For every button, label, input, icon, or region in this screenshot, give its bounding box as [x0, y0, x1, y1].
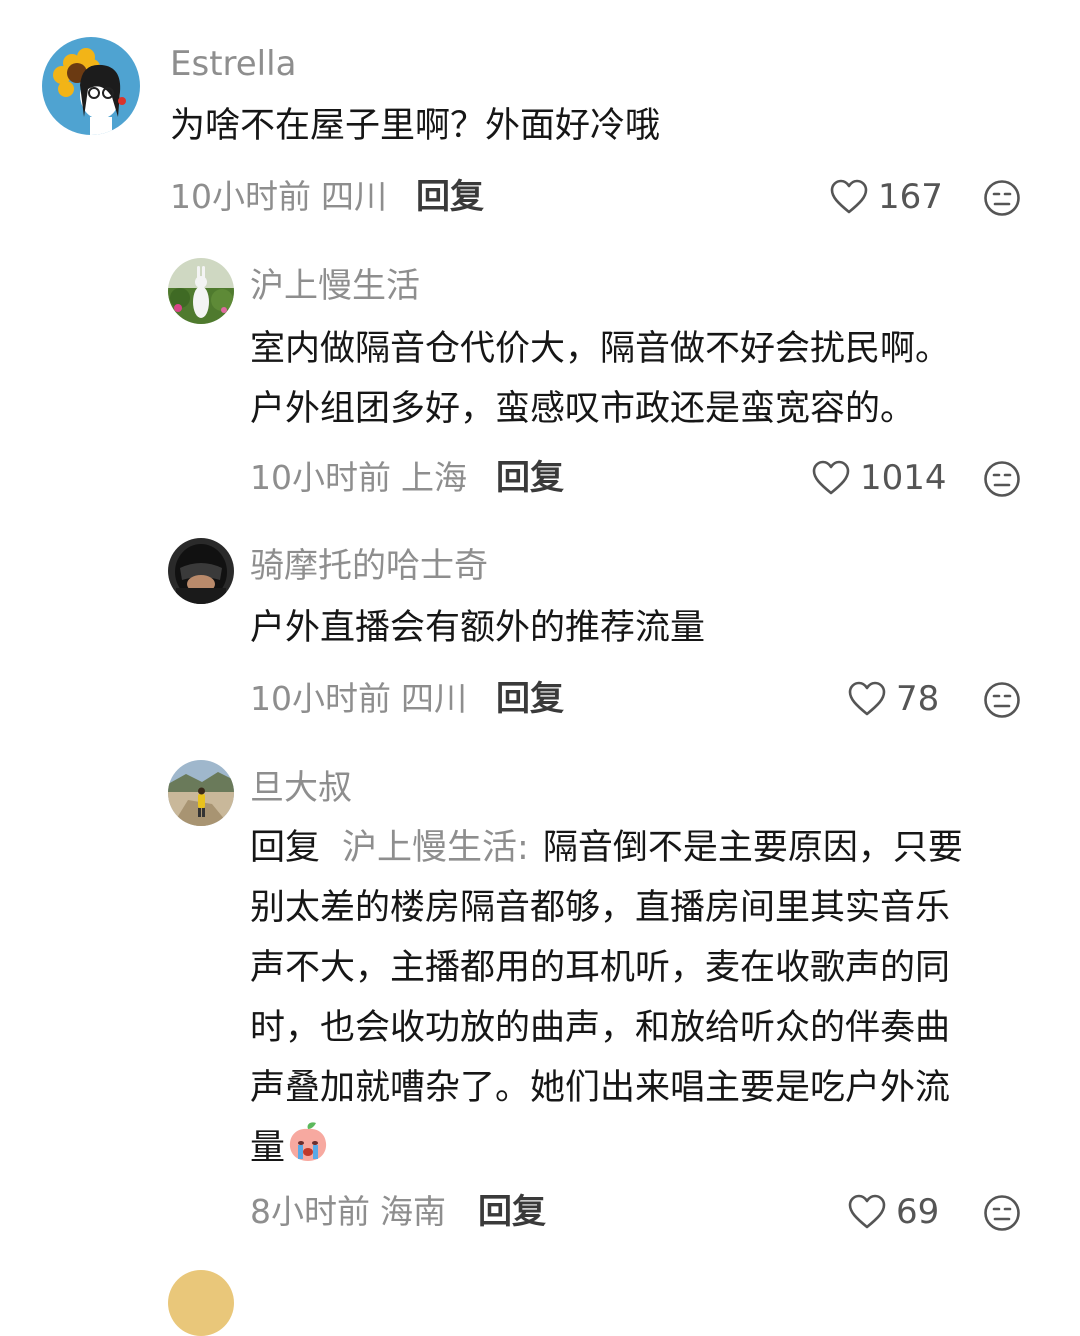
sunflower-girl-avatar	[42, 37, 140, 135]
comment-text: 户外直播会有额外的推荐流量	[250, 608, 706, 648]
reply-button[interactable]: 回复	[416, 177, 484, 217]
next-comment-avatar	[168, 1270, 234, 1336]
timestamp: 8小时前	[250, 1192, 370, 1231]
comment-meta: 8小时前 海南	[250, 1192, 446, 1232]
reply-button[interactable]: 回复	[496, 679, 564, 719]
comment-line-text: 量	[250, 1128, 286, 1168]
mountain-hiker-avatar	[168, 760, 234, 826]
timestamp: 10小时前	[170, 177, 311, 216]
reply-prefix: 回复	[250, 828, 321, 868]
comment-line: 量	[250, 1118, 1050, 1178]
comment-meta: 10小时前 上海	[250, 458, 467, 498]
crying-peach-emoji-icon	[289, 1122, 327, 1161]
rabbit-statue-avatar	[168, 258, 234, 324]
comment-meta: 10小时前 四川	[170, 177, 387, 217]
timestamp: 10小时前	[250, 679, 391, 718]
reply-to-username[interactable]: 沪上慢生活	[342, 828, 517, 868]
dislike-face-icon[interactable]	[983, 1194, 1021, 1232]
username[interactable]: Estrella	[170, 44, 296, 84]
avatar[interactable]	[168, 538, 234, 604]
comment-line: 室内做隔音仓代价大，隔音做不好会扰民啊。	[250, 329, 951, 369]
comment-text: 室内做隔音仓代价大，隔音做不好会扰民啊。 户外组团多好，蛮感叹市政还是蛮宽容的。	[250, 319, 950, 439]
like-count: 69	[896, 1192, 940, 1232]
comment-text: 为啥不在屋子里啊？外面好冷哦	[170, 106, 661, 146]
like-count: 1014	[860, 458, 947, 498]
helmet-rider-avatar	[168, 538, 234, 604]
avatar[interactable]	[168, 258, 234, 324]
dislike-face-icon[interactable]	[983, 179, 1021, 217]
heart-icon[interactable]	[848, 1194, 886, 1230]
heart-icon[interactable]	[848, 681, 886, 717]
comment-meta: 10小时前 四川	[250, 679, 467, 719]
comment-line: 时，也会收功放的曲声，和放给听众的伴奏曲	[250, 1008, 951, 1048]
username[interactable]: 旦大叔	[250, 768, 352, 808]
ip-region: 四川	[321, 177, 387, 216]
comment-line: 声不大，主播都用的耳机听，麦在收歌声的同	[250, 948, 951, 988]
dislike-face-icon[interactable]	[983, 460, 1021, 498]
reply-button[interactable]: 回复	[496, 458, 564, 498]
like-count: 78	[896, 679, 940, 719]
heart-icon[interactable]	[830, 179, 868, 215]
avatar[interactable]	[42, 37, 140, 135]
dislike-face-icon[interactable]	[983, 681, 1021, 719]
comment-line-text: 隔音倒不是主要原因，只要	[542, 828, 963, 868]
ip-region: 上海	[401, 458, 467, 497]
comment-line: 户外组团多好，蛮感叹市政还是蛮宽容的。	[250, 389, 916, 429]
ip-region: 四川	[401, 679, 467, 718]
timestamp: 10小时前	[250, 458, 391, 497]
comment-line: 回复 沪上慢生活: 隔音倒不是主要原因，只要	[250, 818, 1050, 878]
avatar[interactable]	[168, 1270, 234, 1336]
like-count: 167	[878, 177, 943, 217]
username[interactable]: 骑摩托的哈士奇	[250, 546, 488, 586]
comment-line: 声叠加就嘈杂了。她们出来唱主要是吃户外流	[250, 1068, 951, 1108]
heart-icon[interactable]	[812, 460, 850, 496]
comment-line: 别太差的楼房隔音都够，直播房间里其实音乐	[250, 888, 951, 928]
comment-text: 回复 沪上慢生活: 隔音倒不是主要原因，只要 别太差的楼房隔音都够，直播房间里其实音…	[250, 818, 1050, 1178]
username[interactable]: 沪上慢生活	[250, 266, 420, 306]
ip-region: 海南	[380, 1192, 446, 1231]
reply-button[interactable]: 回复	[478, 1192, 546, 1232]
reply-colon: :	[517, 828, 529, 868]
avatar[interactable]	[168, 760, 234, 826]
